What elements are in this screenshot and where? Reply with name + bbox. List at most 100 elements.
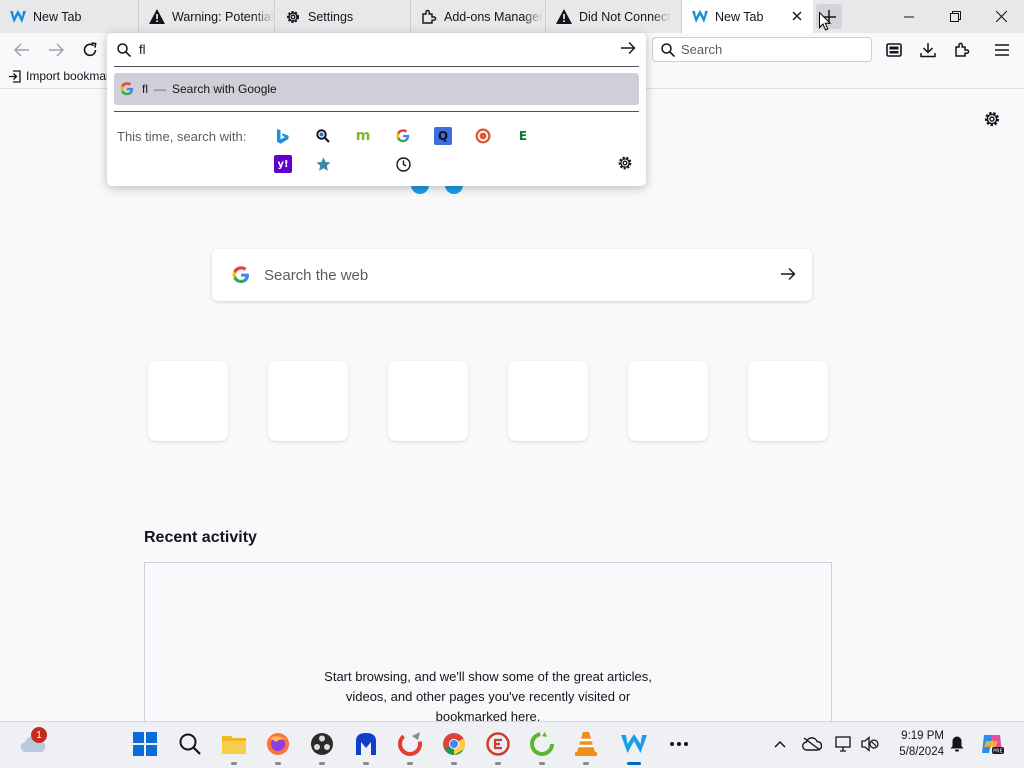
- recent-activity-panel: Start browsing, and we'll show some of t…: [144, 562, 832, 721]
- mojeek-icon[interactable]: m: [354, 127, 372, 145]
- system-clock[interactable]: 9:19 PM 5/8/2024: [884, 728, 944, 760]
- running-indicator: [407, 762, 413, 765]
- malwarebytes-app[interactable]: [353, 731, 379, 765]
- gear-icon: [285, 9, 301, 25]
- start-button[interactable]: [132, 731, 158, 757]
- running-indicator: [539, 762, 545, 765]
- extensions-button[interactable]: [949, 37, 975, 63]
- search-placeholder: Search: [681, 42, 723, 57]
- firefox-app[interactable]: [265, 731, 291, 765]
- more-apps-button[interactable]: [666, 731, 692, 757]
- sidebar-button[interactable]: [881, 37, 907, 63]
- svg-text:PRE: PRE: [993, 749, 1003, 755]
- onedrive-tray-icon[interactable]: [799, 731, 825, 757]
- obs-app[interactable]: [309, 731, 335, 765]
- taskbar-search-button[interactable]: [177, 731, 203, 757]
- copilot-button[interactable]: PRE: [979, 731, 1005, 757]
- bell-icon: [950, 736, 964, 752]
- clock-time: 9:19 PM: [901, 730, 944, 742]
- vlc-cone-icon: [575, 732, 597, 756]
- hamburger-menu-icon: [995, 44, 1009, 56]
- running-indicator: [583, 762, 589, 765]
- search-icon: [117, 42, 131, 57]
- yahoo-icon[interactable]: y!: [274, 155, 292, 173]
- tab-did-not-connect[interactable]: Did Not Connect: [546, 0, 682, 33]
- search-input[interactable]: Search: [652, 37, 872, 62]
- close-tab-icon[interactable]: [789, 8, 805, 24]
- red-circle-app[interactable]: [485, 731, 511, 765]
- go-arrow-icon[interactable]: [620, 41, 636, 55]
- file-explorer-app[interactable]: [221, 731, 247, 765]
- top-site-tile[interactable]: [628, 361, 708, 441]
- tab-new-tab-active[interactable]: New Tab: [682, 0, 813, 33]
- warning-icon: [149, 9, 165, 25]
- top-site-tile[interactable]: [508, 361, 588, 441]
- minimize-button[interactable]: [886, 0, 932, 33]
- google-icon[interactable]: [394, 127, 412, 145]
- tab-warning[interactable]: Warning: Potential: [139, 0, 275, 33]
- web-search-placeholder: Search the web: [264, 266, 369, 284]
- bing-icon[interactable]: [274, 127, 292, 145]
- restore-icon: [949, 11, 961, 22]
- notification-badge: 1: [31, 727, 47, 743]
- library-icon: [886, 43, 902, 57]
- duckduckgo-icon[interactable]: [474, 127, 492, 145]
- arrow-left-icon: [14, 43, 29, 57]
- top-site-tile[interactable]: [268, 361, 348, 441]
- mouse-cursor-icon: [819, 12, 831, 31]
- tab-settings[interactable]: Settings: [275, 0, 411, 33]
- ccleaner-app[interactable]: [397, 731, 423, 765]
- tab-new-tab-1[interactable]: New Tab: [0, 0, 139, 33]
- ecosia-icon[interactable]: E: [514, 127, 532, 145]
- green-app[interactable]: [529, 731, 555, 765]
- downloads-button[interactable]: [915, 37, 941, 63]
- running-indicator: [363, 762, 369, 765]
- copilot-icon: PRE: [982, 735, 1004, 755]
- recent-activity-heading: Recent activity: [144, 529, 257, 546]
- tab-title: New Tab: [715, 9, 764, 24]
- forward-button[interactable]: [43, 37, 69, 63]
- tab-title: Add-ons Manager: [444, 9, 544, 24]
- top-site-tile[interactable]: [748, 361, 828, 441]
- close-window-button[interactable]: [978, 0, 1024, 33]
- top-site-tile[interactable]: [388, 361, 468, 441]
- active-indicator: [627, 762, 641, 765]
- volume-tray-icon[interactable]: [857, 731, 883, 757]
- running-indicator: [231, 762, 237, 765]
- search-settings-gear-icon[interactable]: [616, 154, 634, 172]
- top-site-tile[interactable]: [148, 361, 228, 441]
- notifications-button[interactable]: [944, 731, 970, 757]
- app-e-icon: [486, 732, 510, 756]
- history-clock-icon[interactable]: [394, 155, 412, 173]
- reload-button[interactable]: [77, 37, 103, 63]
- search-icon: [179, 733, 201, 755]
- magnifier-engine-icon[interactable]: [314, 127, 332, 145]
- ccleaner-icon: [398, 732, 422, 756]
- one-off-search-label: This time, search with:: [117, 129, 247, 144]
- tab-strip: New Tab Warning: Potential Settings Add-…: [0, 0, 1024, 33]
- show-hidden-icons-button[interactable]: [767, 731, 793, 757]
- search-suggestion-row[interactable]: fl — Search with Google: [114, 73, 639, 105]
- tab-title: New Tab: [33, 9, 82, 24]
- chrome-icon: [443, 733, 465, 755]
- qwant-icon[interactable]: Q: [434, 127, 452, 145]
- search-icon: [661, 42, 675, 57]
- app-green-icon: [530, 732, 554, 756]
- chrome-app[interactable]: [441, 731, 467, 765]
- google-icon: [232, 266, 249, 283]
- minimize-icon: [904, 16, 914, 17]
- network-tray-icon[interactable]: [831, 731, 857, 757]
- url-input[interactable]: fl: [107, 33, 646, 66]
- restore-button[interactable]: [932, 0, 978, 33]
- waterfox-app[interactable]: [621, 731, 647, 765]
- tab-addons-manager[interactable]: Add-ons Manager: [411, 0, 546, 33]
- back-button[interactable]: [9, 37, 35, 63]
- arrow-right-icon[interactable]: [780, 267, 796, 281]
- bookmarks-star-icon[interactable]: [314, 155, 332, 173]
- app-menu-button[interactable]: [989, 37, 1015, 63]
- vlc-app[interactable]: [573, 731, 599, 765]
- arrow-right-icon: [49, 43, 64, 57]
- page-settings-button[interactable]: [983, 110, 1003, 130]
- puzzle-icon: [421, 9, 437, 25]
- web-search-box[interactable]: Search the web: [212, 249, 812, 301]
